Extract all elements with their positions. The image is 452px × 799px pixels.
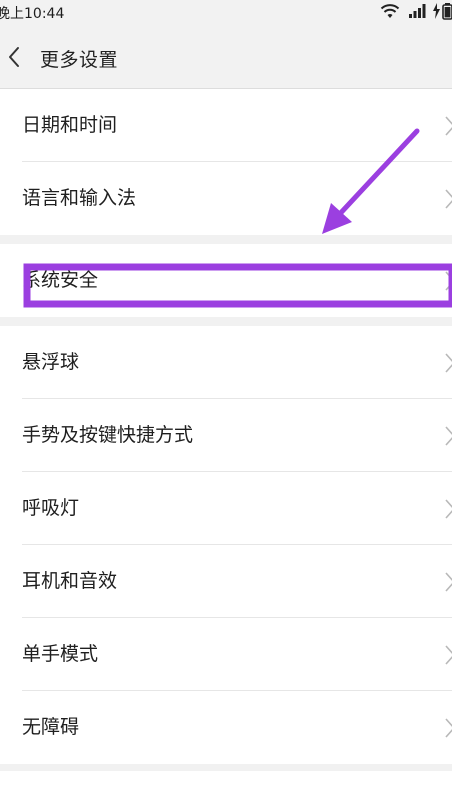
settings-item-headphones-audio[interactable]: 耳机和音效 <box>0 545 452 618</box>
settings-item-label: 无障碍 <box>22 716 80 738</box>
wifi-icon <box>380 3 400 23</box>
settings-item-label: 呼吸灯 <box>22 497 80 519</box>
status-time: 晚上10:44 <box>0 6 65 22</box>
chevron-right-icon <box>444 352 452 374</box>
settings-group-general: 日期和时间 语言和输入法 <box>0 89 452 235</box>
settings-item-date-time[interactable]: 日期和时间 <box>0 89 452 162</box>
chevron-right-icon <box>444 571 452 593</box>
settings-item-language-input[interactable]: 语言和输入法 <box>0 162 452 235</box>
settings-item-breathing-light[interactable]: 呼吸灯 <box>0 472 452 545</box>
settings-item-floating-ball[interactable]: 悬浮球 <box>0 326 452 399</box>
chevron-right-icon <box>444 644 452 666</box>
battery-charging-icon <box>432 2 452 24</box>
chevron-right-icon <box>444 115 452 137</box>
status-icons <box>380 2 452 24</box>
settings-item-gestures-shortcuts[interactable]: 手势及按键快捷方式 <box>0 399 452 472</box>
chevron-right-icon <box>444 717 452 739</box>
settings-group-security: 系统安全 <box>0 244 452 317</box>
settings-item-label: 悬浮球 <box>22 351 80 373</box>
settings-item-label: 单手模式 <box>22 643 99 665</box>
settings-item-accessibility[interactable]: 无障碍 <box>0 691 452 764</box>
chevron-right-icon <box>444 188 452 210</box>
chevron-right-icon <box>444 498 452 520</box>
page-title: 更多设置 <box>40 49 119 71</box>
settings-item-system-security[interactable]: 系统安全 <box>0 244 452 317</box>
status-bar: 晚上10:44 <box>0 0 452 26</box>
app-header: 更多设置 <box>0 26 452 89</box>
chevron-right-icon <box>444 425 452 447</box>
chevron-right-icon <box>444 270 452 292</box>
settings-item-label: 语言和输入法 <box>22 187 137 209</box>
settings-item-label: 日期和时间 <box>22 114 118 136</box>
settings-item-one-hand-mode[interactable]: 单手模式 <box>0 618 452 691</box>
settings-item-label: 手势及按键快捷方式 <box>22 424 194 446</box>
settings-item-label: 系统安全 <box>22 269 99 291</box>
settings-item-label: 耳机和音效 <box>22 570 118 592</box>
signal-icon <box>408 3 426 23</box>
settings-group-partial <box>0 771 452 799</box>
back-chevron-icon[interactable] <box>4 43 26 71</box>
settings-group-more: 悬浮球 手势及按键快捷方式 呼吸灯 耳机和音效 单手模式 无障碍 <box>0 326 452 764</box>
